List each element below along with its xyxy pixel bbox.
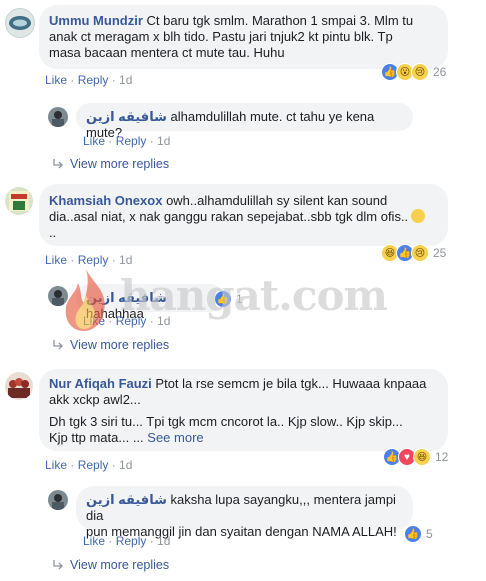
- timestamp[interactable]: 1d: [119, 73, 132, 87]
- reply-link[interactable]: Reply: [116, 134, 147, 148]
- reaction-count: 25: [433, 246, 447, 260]
- avatar-image: [8, 378, 30, 398]
- reaction-count: 12: [435, 450, 449, 464]
- comment-bubble: Ummu Mundzir Ct baru tgk smlm. Marathon …: [39, 5, 448, 69]
- view-more-label: View more replies: [70, 338, 170, 352]
- reaction-summary[interactable]: 👍 😮 😢 26: [381, 62, 446, 82]
- avatar[interactable]: [48, 286, 68, 306]
- reply-link[interactable]: Reply: [78, 253, 109, 267]
- commenter-name[interactable]: شافيقه ازين: [86, 492, 167, 507]
- view-more-label: View more replies: [70, 558, 170, 572]
- like-link[interactable]: Like: [45, 458, 67, 472]
- commenter-name[interactable]: Nur Afiqah Fauzi: [49, 376, 152, 391]
- avatar-image: [52, 290, 64, 306]
- reaction-summary[interactable]: 👍 1: [214, 289, 243, 309]
- reaction-summary[interactable]: 👍 5: [404, 524, 433, 544]
- timestamp[interactable]: 1d: [119, 253, 132, 267]
- reply-arrow-icon: [53, 340, 63, 350]
- timestamp[interactable]: 1d: [157, 134, 170, 148]
- comment-bubble: شافيقه ازين kaksha lupa sayangku,,, ment…: [76, 486, 413, 539]
- like-link[interactable]: Like: [83, 134, 105, 148]
- haha-icon: 😆: [413, 448, 431, 466]
- comment-text: ..: [49, 225, 57, 240]
- avatar-image: [52, 494, 64, 510]
- reply-link[interactable]: Reply: [116, 314, 147, 328]
- sweat-smile-emoji: [411, 209, 426, 223]
- like-icon: 👍: [404, 525, 422, 543]
- avatar[interactable]: [5, 8, 35, 38]
- sad-icon: 😢: [411, 244, 429, 262]
- reply-arrow-icon: [53, 560, 63, 570]
- commenter-name[interactable]: شافيقه ازين: [86, 290, 167, 305]
- comment-actions: Like · Reply · 1d: [83, 134, 171, 148]
- commenter-name[interactable]: شافيقه ازين: [86, 109, 167, 124]
- reaction-count: 1: [236, 292, 243, 306]
- comment-text: dia..asal niat, x nak ganggu rakan sepej…: [49, 209, 409, 224]
- avatar[interactable]: [48, 490, 68, 510]
- timestamp[interactable]: 1d: [157, 534, 170, 548]
- view-more-label: View more replies: [70, 157, 170, 171]
- reaction-count: 26: [433, 65, 447, 79]
- comment-text: anak ct meragam x blh tido. Pastu jari t…: [49, 29, 393, 44]
- view-more-replies[interactable]: View more replies: [52, 157, 169, 171]
- comment-actions: Like · Reply · 1d: [45, 458, 133, 472]
- comment-text: Kjp ttp mata... ...: [49, 430, 144, 445]
- reply-arrow-icon: [53, 159, 63, 169]
- comment-actions: Like · Reply · 1d: [83, 314, 171, 328]
- comment-text: Ptot la rse semcm je bila tgk... Huwaaa …: [155, 376, 427, 391]
- avatar[interactable]: [48, 107, 68, 127]
- comment-bubble: شافيقه ازين hahahhaa: [76, 284, 224, 321]
- reaction-summary[interactable]: 👍 ♥ 😆 12: [383, 447, 448, 467]
- comment-text: owh..alhamdulillah sy silent kan sound: [166, 193, 388, 208]
- like-link[interactable]: Like: [83, 314, 105, 328]
- comment-text: akk xckp awl2...: [49, 392, 141, 407]
- comment-text: masa bacaan mentera ct mute tau. Huhu: [49, 45, 285, 60]
- reply-link[interactable]: Reply: [116, 534, 147, 548]
- comment-text: Dh tgk 3 siri tu... Tpi tgk mcm cncorot …: [49, 414, 403, 429]
- avatar-image: [9, 16, 31, 30]
- see-more-link[interactable]: See more: [147, 430, 203, 445]
- like-link[interactable]: Like: [83, 534, 105, 548]
- avatar-image: [52, 111, 64, 127]
- comment-bubble: Nur Afiqah Fauzi Ptot la rse semcm je bi…: [39, 369, 448, 451]
- avatar-image: [9, 191, 29, 211]
- comment-text: Ct baru tgk smlm. Marathon 1 smpai 3. Ml…: [146, 13, 414, 28]
- timestamp[interactable]: 1d: [119, 458, 132, 472]
- comment-actions: Like · Reply · 1d: [45, 73, 133, 87]
- comment-bubble: Khamsiah Onexox owh..alhamdulillah sy si…: [39, 184, 448, 246]
- comment-actions: Like · Reply · 1d: [45, 253, 133, 267]
- commenter-name[interactable]: Khamsiah Onexox: [49, 193, 162, 208]
- avatar[interactable]: [5, 187, 33, 215]
- view-more-replies[interactable]: View more replies: [52, 338, 169, 352]
- like-link[interactable]: Like: [45, 253, 67, 267]
- reply-link[interactable]: Reply: [78, 73, 109, 87]
- reply-link[interactable]: Reply: [78, 458, 109, 472]
- timestamp[interactable]: 1d: [157, 314, 170, 328]
- avatar[interactable]: [5, 372, 33, 400]
- like-link[interactable]: Like: [45, 73, 67, 87]
- comment-actions: Like · Reply · 1d: [83, 534, 171, 548]
- like-icon: 👍: [214, 290, 232, 308]
- reaction-count: 5: [426, 527, 433, 541]
- comment-bubble: شافيقه ازين alhamdulillah mute. ct tahu …: [76, 103, 413, 140]
- view-more-replies[interactable]: View more replies: [52, 558, 169, 572]
- commenter-name[interactable]: Ummu Mundzir: [49, 13, 143, 28]
- sad-icon: 😢: [411, 63, 429, 81]
- reaction-summary[interactable]: 😆 👍 😢 25: [381, 243, 446, 263]
